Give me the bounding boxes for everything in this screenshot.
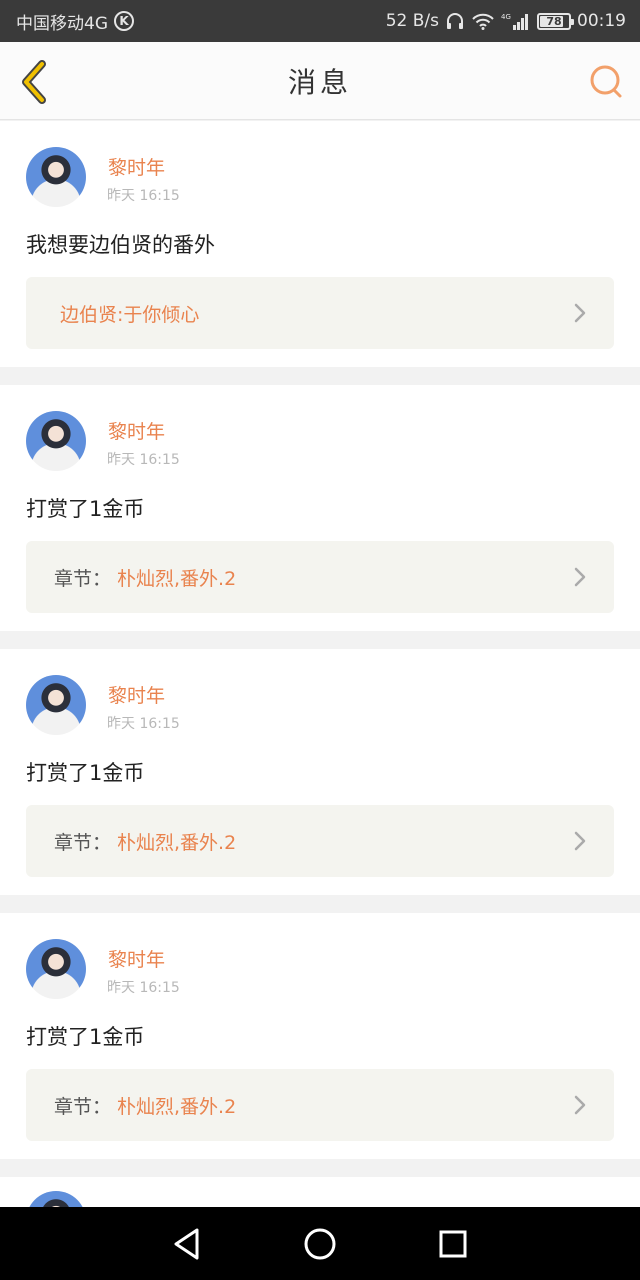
nav-back-button[interactable] [167, 1224, 207, 1264]
network-speed: 52 B/s [385, 11, 439, 31]
link-label: 章节： [54, 567, 112, 590]
message-content: 打赏了1金币 [26, 1025, 145, 1049]
link-label: 章节： [54, 831, 112, 854]
avatar[interactable] [26, 411, 86, 471]
message-time: 昨天 16:15 [107, 452, 180, 468]
message-list: 黎时年 昨天 16:15 我想要边伯贤的番外 边伯贤:于你倾心 黎时年 昨天 1… [0, 121, 640, 1251]
system-nav-bar [0, 1207, 640, 1280]
clock: 00:19 [577, 11, 626, 31]
nav-recent-button[interactable] [433, 1224, 473, 1264]
message-content: 我想要边伯贤的番外 [26, 233, 215, 257]
link-label: 章节： [54, 1095, 112, 1118]
chevron-right-icon [570, 1093, 590, 1117]
sender-name[interactable]: 黎时年 [108, 681, 165, 708]
message-content: 打赏了1金币 [26, 761, 145, 785]
sender-name[interactable]: 黎时年 [108, 153, 165, 180]
link-value: 朴灿烈,番外.2 [117, 1095, 237, 1118]
svg-text:4G: 4G [501, 13, 511, 21]
signal-icon: 4G [501, 12, 531, 30]
wifi-icon [471, 12, 495, 30]
square-recent-icon [439, 1230, 467, 1257]
chevron-right-icon [570, 301, 590, 325]
message-card: 黎时年 昨天 16:15 打赏了1金币 章节： 朴灿烈,番外.2 [0, 385, 640, 631]
link-value: 边伯贤:于你倾心 [60, 303, 200, 326]
carrier-badge: K [114, 11, 134, 31]
nav-home-button[interactable] [300, 1224, 340, 1264]
avatar[interactable] [26, 147, 86, 207]
book-link[interactable]: 边伯贤:于你倾心 [26, 277, 614, 349]
avatar[interactable] [26, 675, 86, 735]
chapter-link[interactable]: 章节： 朴灿烈,番外.2 [26, 541, 614, 613]
avatar[interactable] [26, 939, 86, 999]
message-card: 黎时年 昨天 16:15 打赏了1金币 章节： 朴灿烈,番外.2 [0, 649, 640, 895]
headphones-icon [445, 12, 465, 30]
message-card: 黎时年 昨天 16:15 我想要边伯贤的番外 边伯贤:于你倾心 [0, 121, 640, 367]
battery-level: 78 [546, 14, 562, 28]
message-time: 昨天 16:15 [107, 188, 180, 204]
chevron-right-icon [570, 565, 590, 589]
carrier-label: 中国移动4G [16, 13, 108, 34]
chapter-link[interactable]: 章节： 朴灿烈,番外.2 [26, 805, 614, 877]
message-time: 昨天 16:15 [107, 980, 180, 996]
chevron-left-icon [22, 60, 46, 104]
chevron-right-icon [570, 829, 590, 853]
link-value: 朴灿烈,番外.2 [117, 567, 237, 590]
chapter-link[interactable]: 章节： 朴灿烈,番外.2 [26, 1069, 614, 1141]
back-button[interactable] [14, 58, 54, 106]
message-content: 打赏了1金币 [26, 497, 145, 521]
sender-name[interactable]: 黎时年 [108, 945, 165, 972]
search-button[interactable] [586, 62, 626, 102]
battery-icon: 78 [537, 12, 574, 30]
page-title: 消息 [287, 65, 352, 99]
search-icon [590, 65, 622, 98]
app-header: 消息 [0, 42, 640, 120]
sender-name[interactable]: 黎时年 [108, 417, 165, 444]
link-value: 朴灿烈,番外.2 [117, 831, 237, 854]
circle-home-icon [304, 1228, 336, 1259]
message-card: 黎时年 昨天 16:15 打赏了1金币 章节： 朴灿烈,番外.2 [0, 913, 640, 1159]
triangle-back-icon [174, 1228, 199, 1259]
message-time: 昨天 16:15 [107, 716, 180, 732]
status-bar: 中国移动4G K 52 B/s 4G 78 00:19 [0, 0, 640, 42]
